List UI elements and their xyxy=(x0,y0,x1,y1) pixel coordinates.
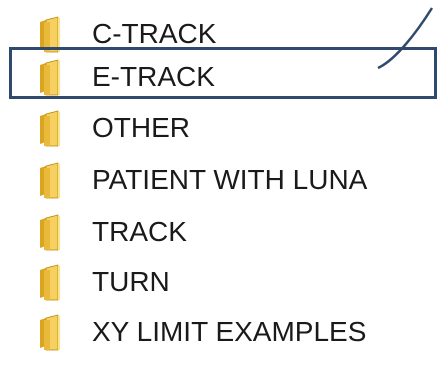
folder-item-turn[interactable]: TURN xyxy=(0,260,443,304)
folder-label: C-TRACK xyxy=(92,18,217,49)
folder-item-other[interactable]: OTHER xyxy=(0,106,443,150)
folder-label: OTHER xyxy=(92,112,190,143)
folder-label: TURN xyxy=(92,266,170,297)
folder-icon xyxy=(40,16,60,53)
folder-icon xyxy=(40,162,60,199)
folder-item-xy-limit-examples[interactable]: XY LIMIT EXAMPLES xyxy=(0,310,443,354)
folder-label: XY LIMIT EXAMPLES xyxy=(92,316,367,347)
folder-icon xyxy=(40,214,60,251)
folder-item-e-track[interactable]: E-TRACK xyxy=(0,55,443,99)
folder-label: E-TRACK xyxy=(92,61,215,92)
folder-label: TRACK xyxy=(92,216,187,247)
folder-item-patient-with-luna[interactable]: PATIENT WITH LUNA xyxy=(0,158,443,202)
folder-item-track[interactable]: TRACK xyxy=(0,210,443,254)
folder-icon xyxy=(40,110,60,147)
folder-icon xyxy=(40,314,60,351)
folder-icon xyxy=(40,264,60,301)
folder-tree-view: C-TRACK E-TRACK OTHER PATIENT WITH LUNA … xyxy=(0,0,443,365)
folder-label: PATIENT WITH LUNA xyxy=(92,164,368,195)
folder-icon xyxy=(40,59,60,96)
folder-item-c-track[interactable]: C-TRACK xyxy=(0,12,443,56)
